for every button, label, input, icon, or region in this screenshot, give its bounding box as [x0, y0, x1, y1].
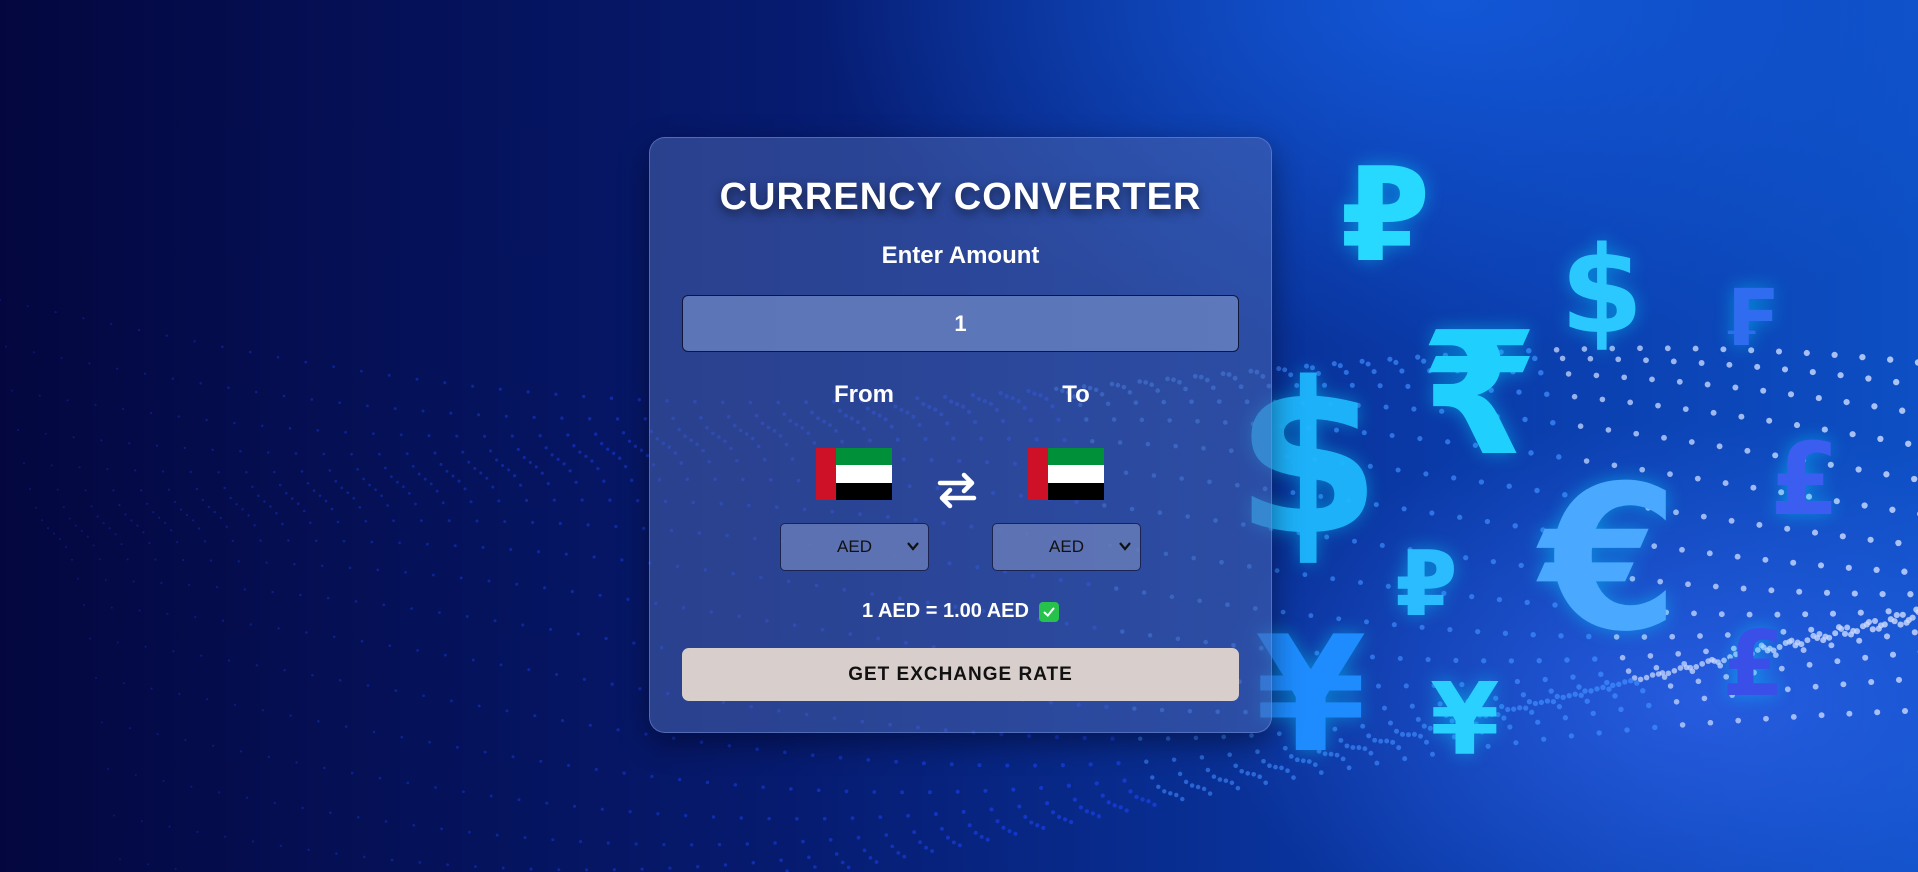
ruble-symbol-icon: ₽	[1340, 139, 1431, 291]
pound-symbol-icon: £	[1770, 421, 1840, 538]
chevron-down-icon	[1119, 542, 1131, 551]
from-flag-icon	[816, 448, 892, 500]
exchange-rate-result: 1 AED = 1.00 AED	[650, 600, 1271, 623]
euro-symbol-icon: €	[1540, 443, 1680, 676]
pound-small-symbol-icon: £	[1722, 612, 1785, 717]
ruble-small-symbol-icon: ₽	[1395, 532, 1458, 637]
dollar-symbol-icon: $	[1560, 222, 1644, 361]
chevron-down-icon	[907, 542, 919, 551]
to-flag-icon	[1028, 448, 1104, 500]
to-label: To	[1062, 381, 1090, 408]
to-currency-select[interactable]: AED	[992, 523, 1141, 571]
from-currency-select[interactable]: AED	[780, 523, 929, 571]
amount-label: Enter Amount	[881, 242, 1040, 269]
from-currency-value: AED	[837, 537, 872, 556]
swap-arrows-icon[interactable]	[936, 468, 978, 512]
amount-input[interactable]	[682, 295, 1239, 352]
yen-symbol-icon: ¥	[1430, 661, 1500, 778]
page-title: CURRENCY CONVERTER	[719, 176, 1202, 218]
franc-symbol-icon: ₣	[1722, 274, 1777, 364]
get-exchange-rate-button[interactable]: GET EXCHANGE RATE	[682, 648, 1239, 701]
converter-card: CURRENCY CONVERTER Enter Amount From To …	[649, 137, 1272, 733]
from-label: From	[834, 381, 894, 408]
exchange-rate-text: 1 AED = 1.00 AED	[862, 600, 1029, 622]
check-icon	[1038, 601, 1059, 622]
to-currency-value: AED	[1049, 537, 1084, 556]
rupee-symbol-icon: ₹	[1420, 296, 1539, 494]
currency-converter-page: ₽ $ ₣ ₹ $ £ ₽ € £ ¥ ¥ CURRENCY CONVERTER…	[0, 0, 1918, 872]
